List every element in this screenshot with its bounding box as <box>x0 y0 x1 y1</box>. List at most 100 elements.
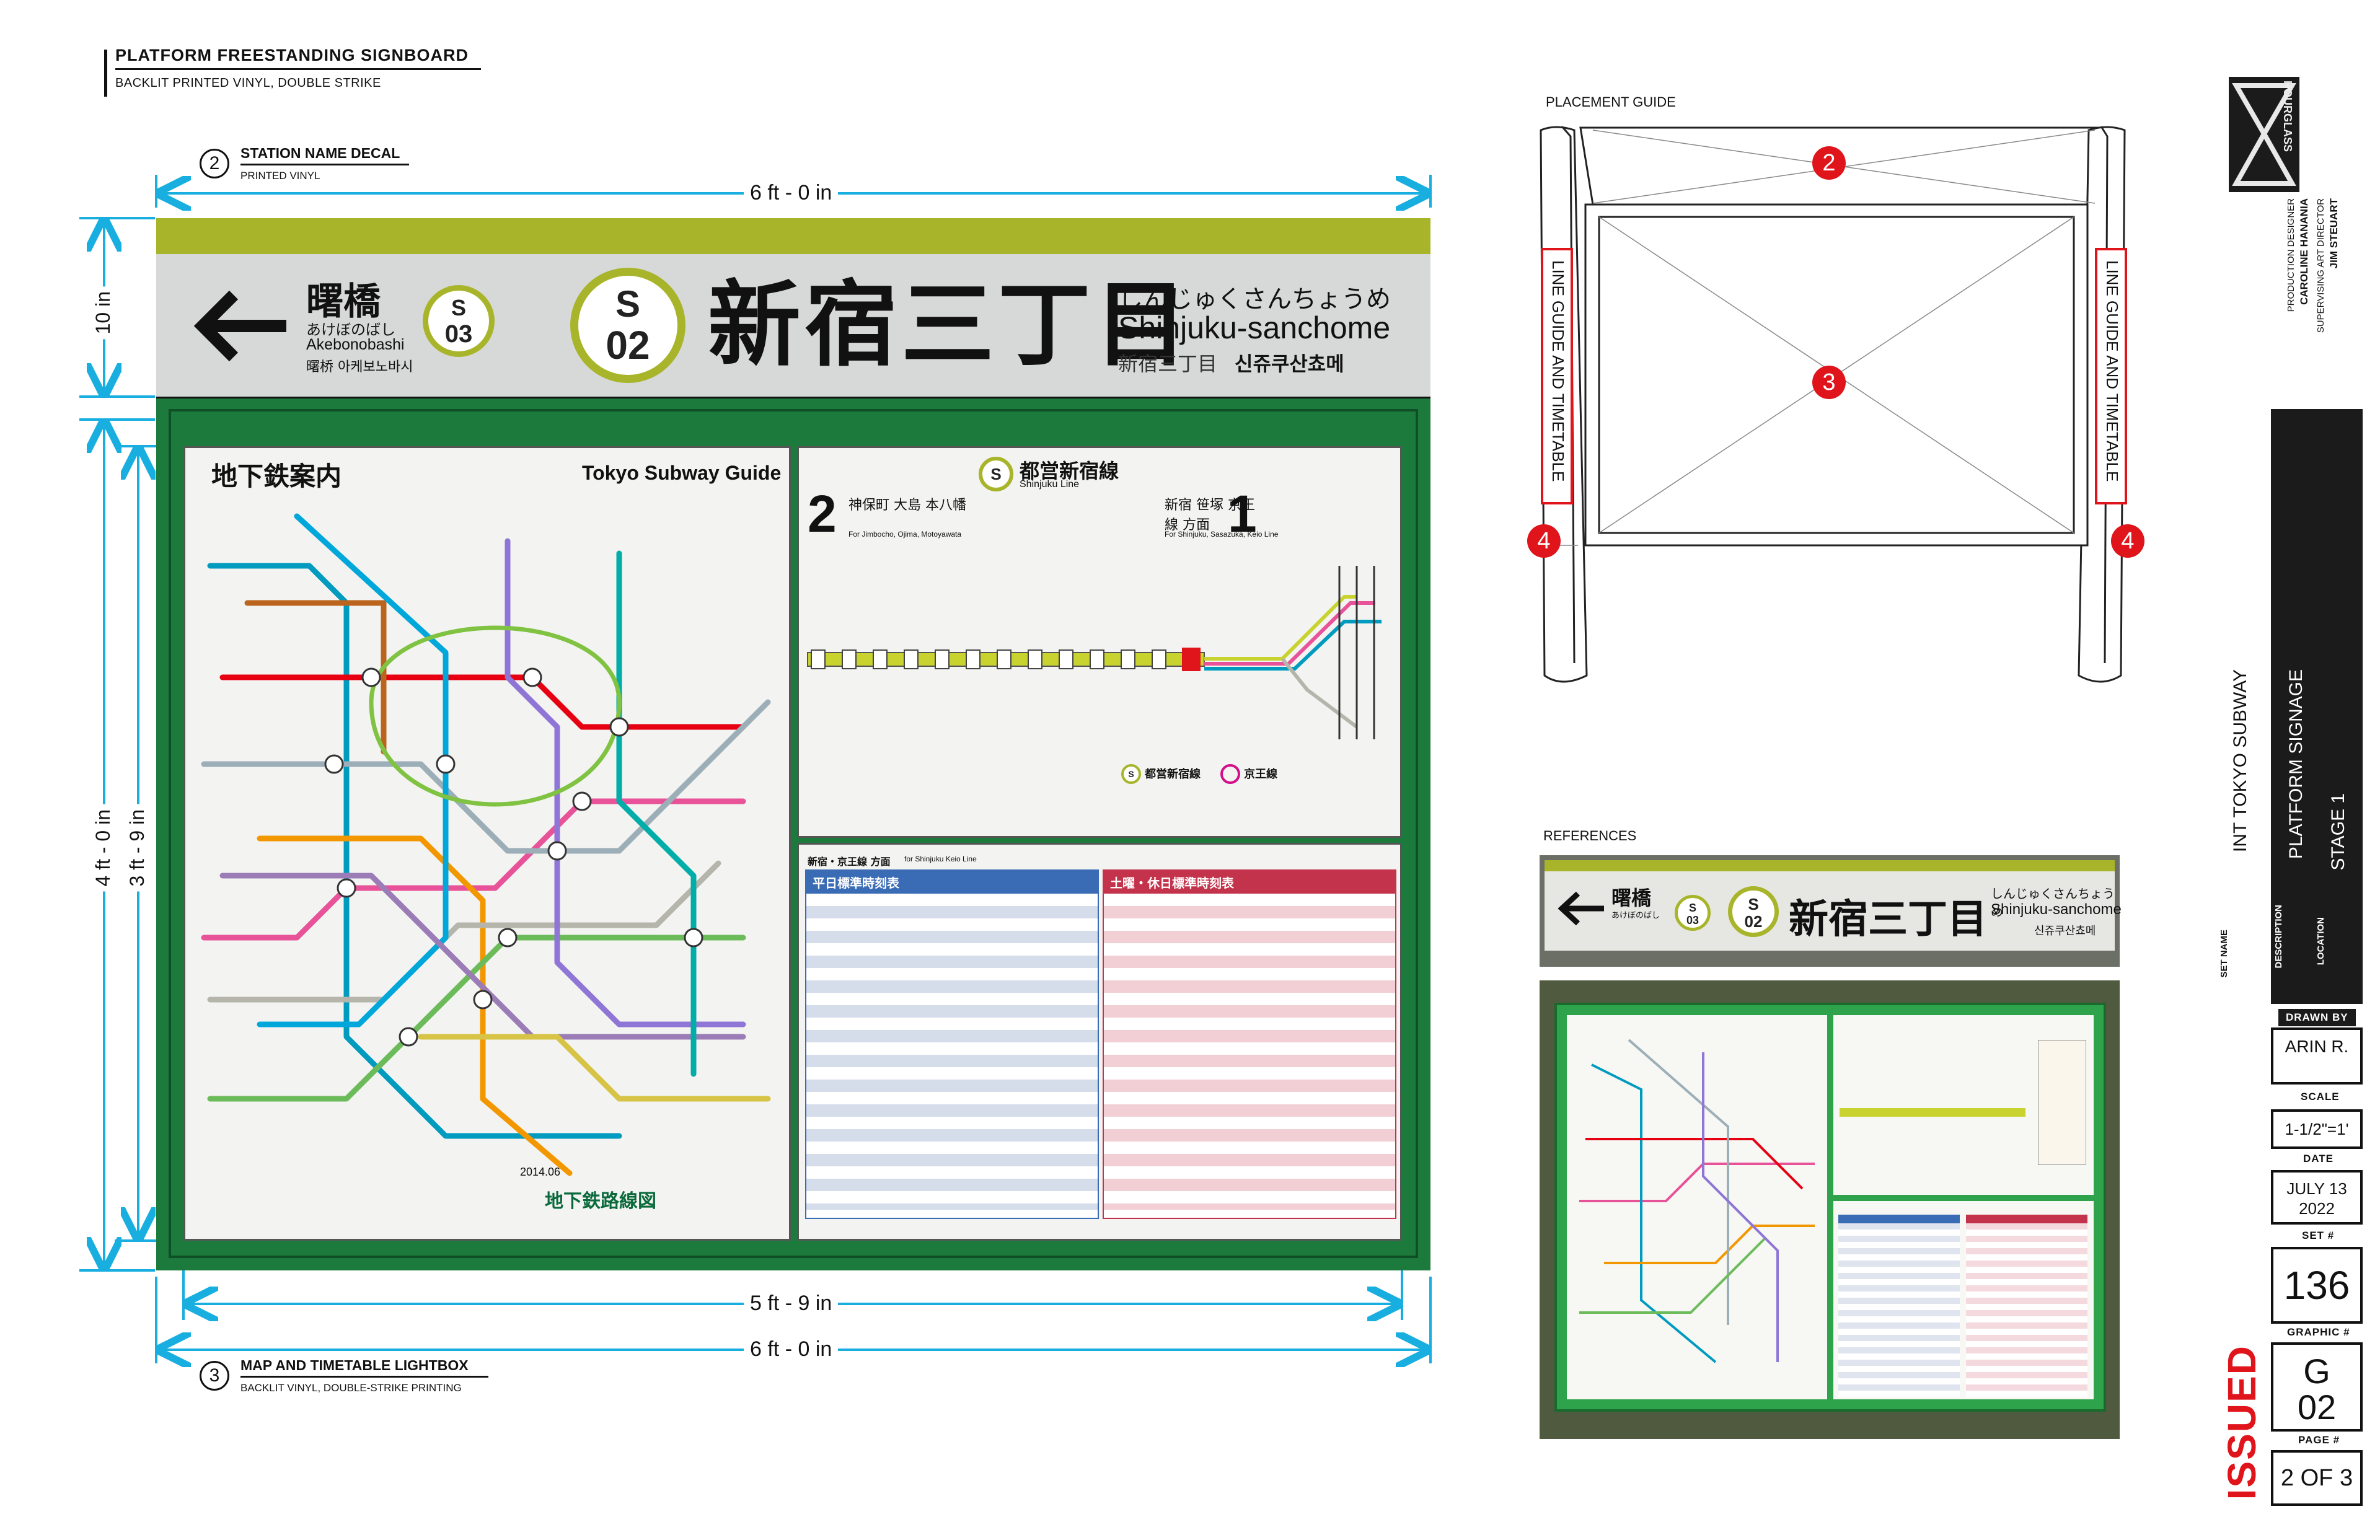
date-label: DATE <box>2303 1153 2334 1164</box>
callout-3-sub: BACKLIT VINYL, DOUBLE-STRIKE PRINTING <box>240 1382 462 1394</box>
ref-station-kr: 신쥬쿠산쵸메 <box>2034 925 2096 938</box>
line-guide-panel: S 都営新宿線 Shinjuku Line 2 神保町 大島 本八幡 For J… <box>797 446 1402 838</box>
ref-station-en: Shinjuku-sanchome <box>1991 901 2122 918</box>
legend-keio-name: 京王線 <box>1244 768 1277 781</box>
direction-2-jp: 神保町 大島 本八幡 <box>848 498 966 513</box>
graphic-num: G 02 <box>2297 1352 2337 1427</box>
placement-side-label-left-text: LINE GUIDE AND TIMETABLE <box>1549 260 1567 482</box>
prev-code-num: 03 <box>444 320 473 348</box>
director-name: JIM STEUART <box>2328 198 2340 269</box>
placement-side-label-left: LINE GUIDE AND TIMETABLE <box>1546 255 1571 503</box>
sign-color-bar <box>156 218 1430 254</box>
subway-map-panel: 地下鉄案内 Tokyo Subway Guide 地下鉄路線図 2014.06 <box>183 446 791 1241</box>
weekend-timetable: 土曜・休日標準時刻表 <box>1103 869 1396 1219</box>
legend-line-icon: S <box>1121 764 1141 784</box>
ref-prev-code-badge: S 03 <box>1675 895 1711 931</box>
location: STAGE 1 <box>2328 793 2348 871</box>
ref-lightbox-frame <box>1554 1003 2106 1412</box>
ref-prev-code-letter: S <box>1688 902 1696 914</box>
map-date: 2014.06 <box>520 1166 561 1178</box>
placement-callout-4-right: 4 <box>2111 524 2144 558</box>
line-badge-icon: S <box>979 457 1013 491</box>
station-name-en: Shinjuku-sanchome <box>1118 310 1391 345</box>
date: JULY 13 2022 <box>2286 1179 2347 1218</box>
ref-arrow-left-icon <box>1558 891 1604 926</box>
ref-map-lines <box>1579 1039 1815 1363</box>
set-num: 136 <box>2283 1263 2350 1308</box>
ref-weekend-table <box>1966 1215 2087 1397</box>
prev-code-letter: S <box>451 295 466 320</box>
set-name-label: SET NAME <box>2219 930 2229 978</box>
direction-2-en: For Jimbocho, Ojima, Motoyawata <box>848 530 962 539</box>
dim-panel-height: 3 ft - 9 in <box>126 804 149 892</box>
map-footer-jp: 地下鉄路線図 <box>545 1190 656 1212</box>
director-role: SUPERVISING ART DIRECTOR <box>2316 198 2326 333</box>
station-name-kr: 신쥬쿠산쵸메 <box>1235 352 1344 376</box>
map-title-en: Tokyo Subway Guide <box>582 462 782 484</box>
code-num: 02 <box>606 323 650 367</box>
weekday-title: 平日標準時刻表 <box>806 871 1098 894</box>
dim-box-height: 4 ft - 0 in <box>92 804 115 892</box>
code-letter: S <box>615 283 641 325</box>
ref-timetable <box>1833 1201 2094 1399</box>
legend-keio-icon <box>1220 764 1240 784</box>
scale-label: SCALE <box>2301 1091 2340 1102</box>
designer-name: CAROLINE HANANIA <box>2298 198 2310 305</box>
ref-weekday-table <box>1838 1215 1960 1397</box>
designer-role: PRODUCTION DESIGNER <box>2286 198 2296 312</box>
scale: 1-1/2"=1' <box>2285 1120 2349 1138</box>
line-name-en: Shinjuku Line <box>1020 479 1080 490</box>
description: PLATFORM SIGNAGE <box>2286 669 2306 860</box>
drawn-by: ARIN R. <box>2285 1037 2349 1056</box>
ref-notice-card <box>2038 1040 2086 1165</box>
weekend-rows <box>1104 906 1395 1210</box>
references-title: REFERENCES <box>1543 828 1637 843</box>
dim-top-width: 6 ft - 0 in <box>744 181 839 205</box>
reference-photo-sign: 曙橋 あけぼのばし S 03 S 02 新宿三丁目 しんじゅくさんちょうめ Sh… <box>1540 855 2122 967</box>
hourglass-logo: HOURGLASS <box>2229 77 2299 192</box>
ref-map-panel <box>1567 1015 1827 1399</box>
timetable-heading: 新宿・京王線 方面 <box>808 856 891 868</box>
weekday-timetable: 平日標準時刻表 <box>805 869 1099 1219</box>
ref-code-num: 02 <box>1744 912 1763 931</box>
ref-prev-station: 曙橋 <box>1611 886 1652 910</box>
page-num: 2 OF 3 <box>2280 1465 2353 1491</box>
location-label: LOCATION <box>2316 917 2326 966</box>
set-num-label: SET # <box>2302 1230 2335 1241</box>
logo-text: HOURGLASS <box>2281 81 2294 152</box>
reference-photo-lightbox <box>1540 980 2120 1439</box>
scale-box: 1-1/2"=1' <box>2271 1109 2363 1149</box>
timetable-panel: 新宿・京王線 方面 for Shinjuku Keio Line 平日標準時刻表… <box>797 843 1402 1241</box>
prev-station-code-badge: S 03 <box>423 285 495 357</box>
page-label: PAGE # <box>2298 1434 2340 1446</box>
page-box: 2 OF 3 <box>2271 1450 2363 1506</box>
set-info-block: SET NAME INT TOKYO SUBWAY <box>2219 669 2271 1004</box>
ref-prev-code-num: 03 <box>1686 914 1699 926</box>
callout-3-rule <box>240 1376 488 1378</box>
description-label: DESCRIPTION <box>2273 905 2284 969</box>
route-strip-diagram <box>807 566 1382 739</box>
direction-1-en: For Shinjuku, Sasazuka, Keio Line <box>1165 530 1279 539</box>
ref-station-jp: 新宿三丁目 <box>1789 897 1987 943</box>
weekend-title: 土曜・休日標準時刻表 <box>1104 871 1395 894</box>
station-sign: 曙橋 あけぼのばし Akebonobashi 曙桥 아케보노바시 S 03 S … <box>156 254 1430 397</box>
prev-station-other: 曙桥 아케보노바시 <box>306 359 413 375</box>
placement-side-label-right-text: LINE GUIDE AND TIMETABLE <box>2103 260 2122 482</box>
ref-sign-face: 曙橋 あけぼのばし S 03 S 02 新宿三丁目 しんじゅくさんちょうめ Sh… <box>1545 860 2122 951</box>
set-num-box: 136 <box>2271 1247 2363 1324</box>
callout-3-title: MAP AND TIMETABLE LIGHTBOX <box>240 1357 469 1373</box>
drawn-by-label: DRAWN BY <box>2278 1009 2356 1026</box>
set-name: INT TOKYO SUBWAY <box>2230 669 2250 853</box>
placement-callout-4-left: 4 <box>1527 524 1561 558</box>
station-name-cn: 新宿三丁目 <box>1118 352 1218 376</box>
direction-2-num: 2 <box>808 485 837 543</box>
dim-panel-width: 5 ft - 9 in <box>744 1291 839 1316</box>
dim-bottom-width: 6 ft - 0 in <box>744 1337 839 1362</box>
placement-side-label-right: LINE GUIDE AND TIMETABLE <box>2100 255 2125 503</box>
direction-1-num: 1 <box>1228 485 1257 543</box>
placement-guide-title: PLACEMENT GUIDE <box>1546 94 1676 110</box>
graphic-box: G 02 <box>2271 1342 2363 1432</box>
date-box: JULY 13 2022 <box>2271 1170 2363 1225</box>
ref-code-letter: S <box>1748 895 1759 913</box>
subway-network-map <box>201 513 771 1176</box>
